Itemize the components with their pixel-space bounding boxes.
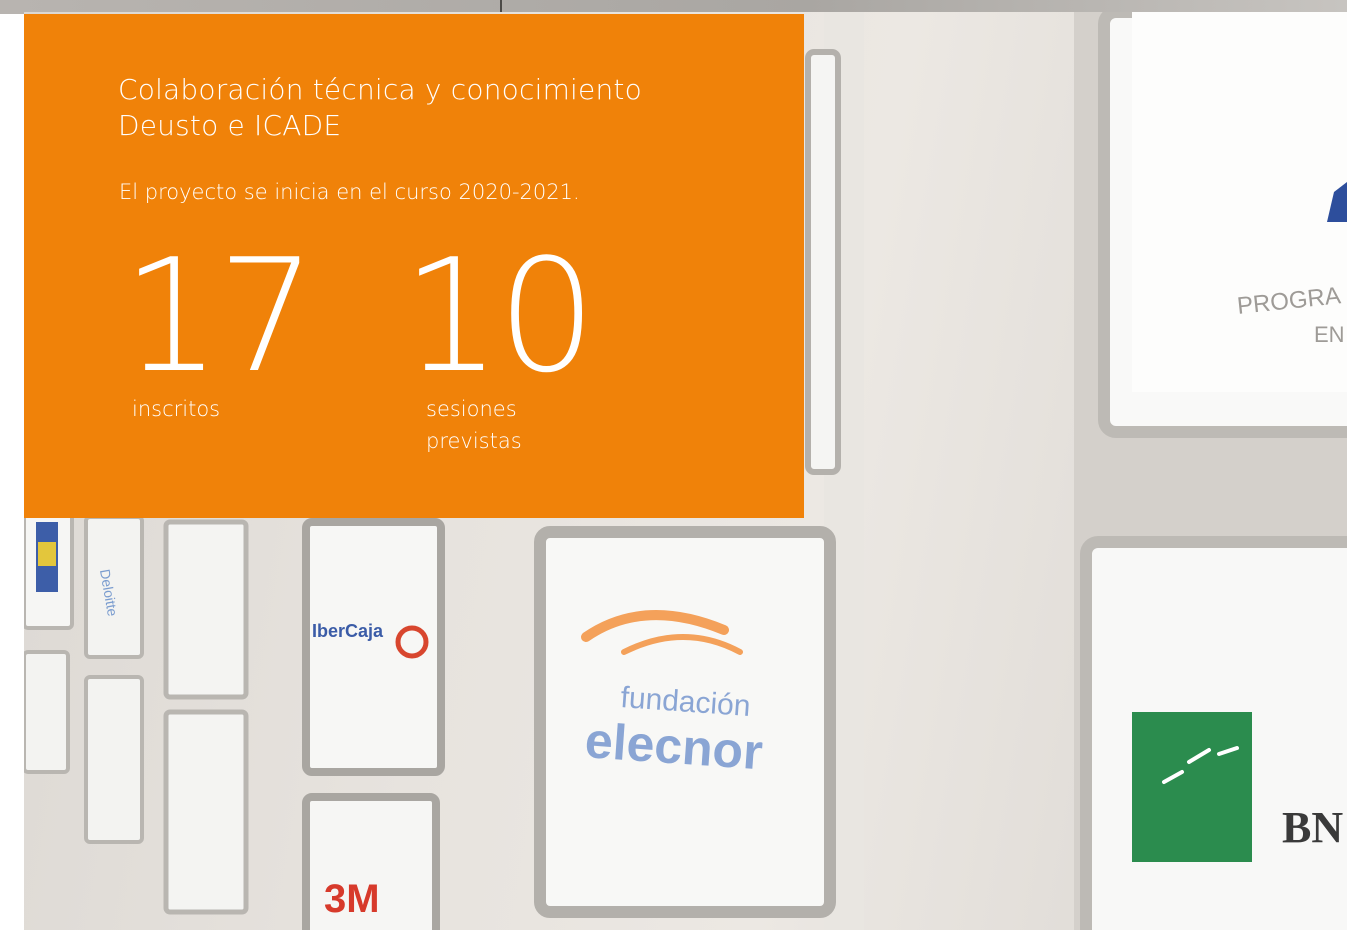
panel-title-line2: Deusto e ICADE [118,109,342,143]
panel-title: Colaboración técnica y conocimiento Deus… [118,72,642,145]
stat-value: 10 [402,225,597,407]
logo-bnp: BN [1282,803,1343,852]
logo-3m: 3M [324,877,380,921]
logo-ibercaja: IberCaja [312,621,384,641]
stat-value: 17 [122,225,317,407]
sign-en: EN [1314,322,1345,347]
stat-sesiones: 10 sesiones previstas [402,225,597,457]
panel-title-line1: Colaboración técnica y conocimiento [118,73,642,106]
panel-subtitle: El proyecto se inicia en el curso 2020-2… [119,180,580,204]
info-panel: Colaboración técnica y conocimiento Deus… [24,14,804,518]
stat-inscritos: 17 inscritos [122,225,317,426]
